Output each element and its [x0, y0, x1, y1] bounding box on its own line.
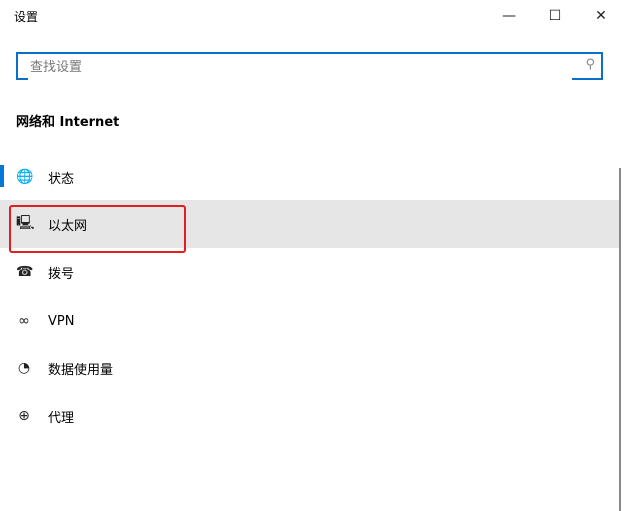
nav-item-label: 数据使用量 — [48, 362, 114, 378]
proxy-globe-icon: ⊕ — [18, 408, 30, 424]
nav-item-proxy[interactable]: ⊕ 代理 — [0, 392, 620, 440]
nav-item-label: VPN — [48, 313, 75, 329]
nav-item-vpn[interactable]: ∞ VPN — [0, 297, 620, 345]
minimize-button[interactable]: — — [486, 0, 532, 32]
section-title: 网络和 Internet — [16, 115, 120, 130]
search-input[interactable] — [28, 54, 572, 80]
nav-item-label: 代理 — [48, 410, 75, 426]
nav-item-data-usage[interactable]: ◔ 数据使用量 — [0, 344, 620, 392]
close-button[interactable]: ✕ — [578, 0, 624, 32]
dialup-icon: ☎ — [16, 264, 34, 280]
data-usage-icon: ◔ — [17, 360, 31, 376]
nav-item-label: 拨号 — [48, 266, 75, 282]
search-box[interactable]: ⚲ — [16, 52, 603, 80]
vpn-icon: ∞ — [18, 313, 30, 329]
highlight-annotation-box — [9, 205, 186, 253]
window-title: 设置 — [14, 10, 39, 24]
maximize-button[interactable]: ☐ — [532, 0, 578, 32]
scrollbar[interactable] — [619, 168, 621, 511]
nav-item-label: 状态 — [48, 171, 75, 187]
status-globe-icon: 🌐 — [16, 169, 34, 185]
nav-item-status[interactable]: 🌐 状态 — [0, 153, 620, 201]
nav-item-dialup[interactable]: ☎ 拨号 — [0, 248, 620, 296]
search-icon[interactable]: ⚲ — [585, 57, 595, 72]
